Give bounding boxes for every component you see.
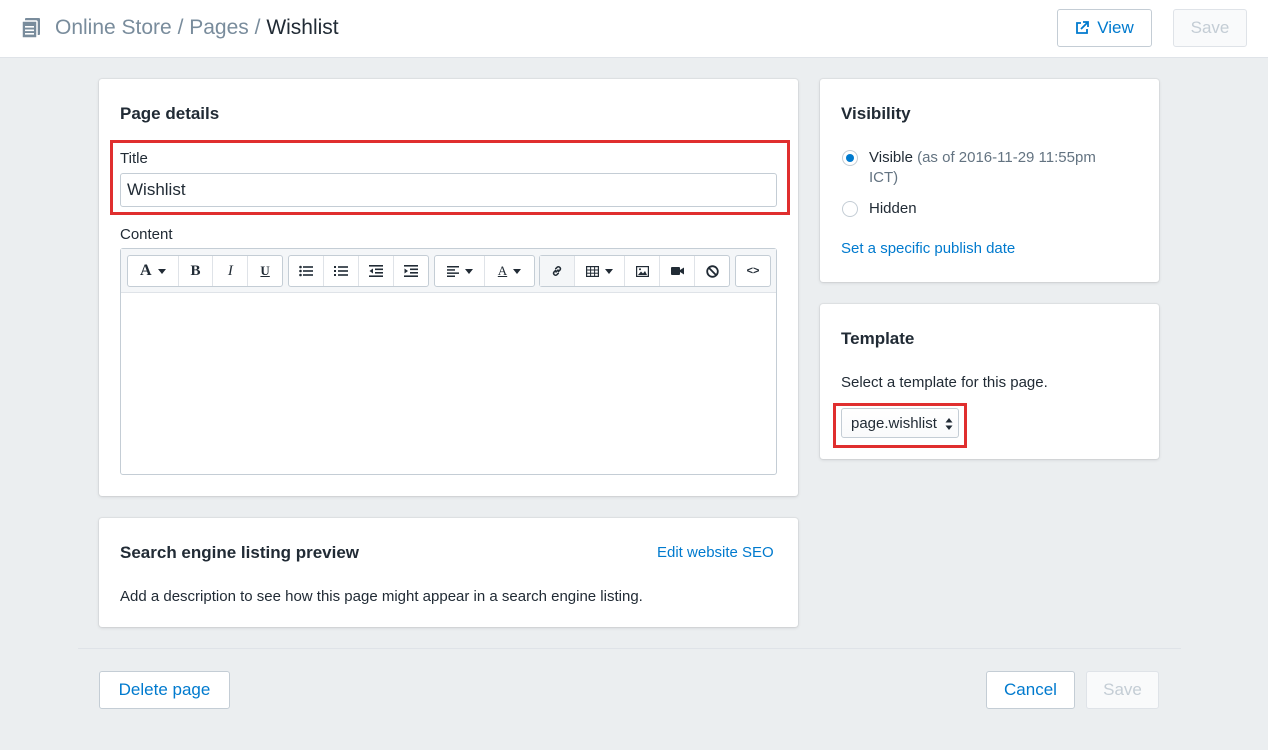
align-button[interactable] [435, 256, 485, 286]
font-icon: A [140, 262, 152, 279]
link-icon [552, 266, 562, 276]
delete-page-label: Delete page [118, 680, 211, 699]
delete-page-button[interactable]: Delete page [99, 671, 230, 709]
underline-icon: U [260, 263, 270, 278]
image-button[interactable] [625, 256, 660, 286]
visibility-heading: Visibility [841, 104, 911, 123]
image-icon [635, 265, 649, 277]
list-group [288, 255, 429, 287]
code-group: <> [735, 255, 771, 287]
edit-seo-link[interactable]: Edit website SEO [657, 544, 774, 561]
indent-button[interactable] [394, 256, 428, 286]
insert-group [539, 255, 730, 287]
save-label: Save [1103, 680, 1142, 699]
template-select-value: page.wishlist [851, 414, 937, 432]
video-button[interactable] [660, 256, 695, 286]
top-bar: Online Store / Pages / Wishlist View Sav… [0, 0, 1268, 58]
breadcrumb: Online Store / Pages / Wishlist [55, 15, 339, 41]
font-button[interactable]: A [128, 256, 179, 286]
code-icon: <> [746, 265, 760, 277]
bold-icon: B [190, 262, 201, 279]
visible-option-text: Visible (as of 2016-11-29 11:55pm ICT) [869, 148, 1139, 188]
chevron-down-icon [464, 268, 473, 274]
visible-radio[interactable] [842, 150, 858, 166]
format-group: A B I U [127, 255, 283, 287]
visible-note-continued: ICT) [869, 169, 899, 186]
italic-button[interactable]: I [213, 256, 249, 286]
editor-toolbar: A B I U A <> [121, 249, 776, 293]
table-button[interactable] [575, 256, 625, 286]
underline-button[interactable]: U [248, 256, 282, 286]
save-label: Save [1190, 18, 1230, 37]
align-color-group: A [434, 255, 535, 287]
numbered-list-icon [334, 266, 348, 276]
template-description: Select a template for this page. [841, 374, 1048, 391]
seo-card [99, 518, 798, 627]
outdent-icon [369, 265, 383, 277]
publish-date-link[interactable]: Set a specific publish date [841, 240, 1015, 257]
title-input[interactable]: Wishlist [120, 173, 777, 207]
content-label: Content [120, 226, 173, 243]
page-title: Wishlist [266, 16, 339, 39]
hidden-radio[interactable] [842, 201, 858, 217]
save-button-bottom[interactable]: Save [1086, 671, 1159, 709]
italic-icon: I [227, 262, 233, 279]
pages-icon [21, 18, 40, 39]
seo-description: Add a description to see how this page m… [120, 588, 643, 605]
clear-format-icon [705, 264, 719, 278]
visible-label: Visible [869, 149, 913, 166]
visible-note: (as of 2016-11-29 11:55pm [917, 149, 1096, 166]
breadcrumb-online-store[interactable]: Online Store [55, 16, 172, 39]
seo-heading: Search engine listing preview [120, 543, 360, 562]
text-color-button[interactable]: A [485, 256, 534, 286]
chevron-down-icon [513, 268, 522, 274]
bold-button[interactable]: B [179, 256, 214, 286]
view-button[interactable]: View [1057, 9, 1152, 47]
code-button[interactable]: <> [736, 256, 770, 286]
hidden-label: Hidden [869, 200, 917, 217]
text-color-icon: A [497, 263, 508, 278]
clear-format-button[interactable] [695, 256, 729, 286]
cancel-button[interactable]: Cancel [986, 671, 1075, 709]
save-button-top[interactable]: Save [1173, 9, 1247, 47]
bullet-list-icon [299, 265, 313, 277]
footer-divider [78, 648, 1181, 649]
select-arrows-icon [945, 418, 953, 430]
chevron-down-icon [605, 268, 613, 274]
chevron-down-icon [157, 268, 166, 274]
table-icon [586, 265, 599, 277]
page-details-heading: Page details [120, 104, 220, 123]
content-editor: A B I U A <> [120, 248, 777, 475]
breadcrumb-separator: / [248, 16, 267, 39]
template-select[interactable]: page.wishlist [841, 408, 959, 438]
view-label: View [1097, 18, 1134, 37]
external-link-icon [1076, 21, 1090, 34]
editor-body[interactable] [121, 293, 776, 474]
outdent-button[interactable] [359, 256, 394, 286]
align-icon [446, 265, 459, 277]
numbered-list-button[interactable] [324, 256, 359, 286]
indent-icon [404, 265, 418, 277]
breadcrumb-pages[interactable]: Pages [189, 16, 249, 39]
breadcrumb-separator: / [171, 16, 190, 39]
cancel-label: Cancel [1004, 680, 1057, 699]
template-heading: Template [841, 329, 915, 348]
title-label: Title [120, 150, 148, 167]
video-icon [670, 267, 684, 275]
link-button[interactable] [540, 256, 575, 286]
bullet-list-button[interactable] [289, 256, 324, 286]
